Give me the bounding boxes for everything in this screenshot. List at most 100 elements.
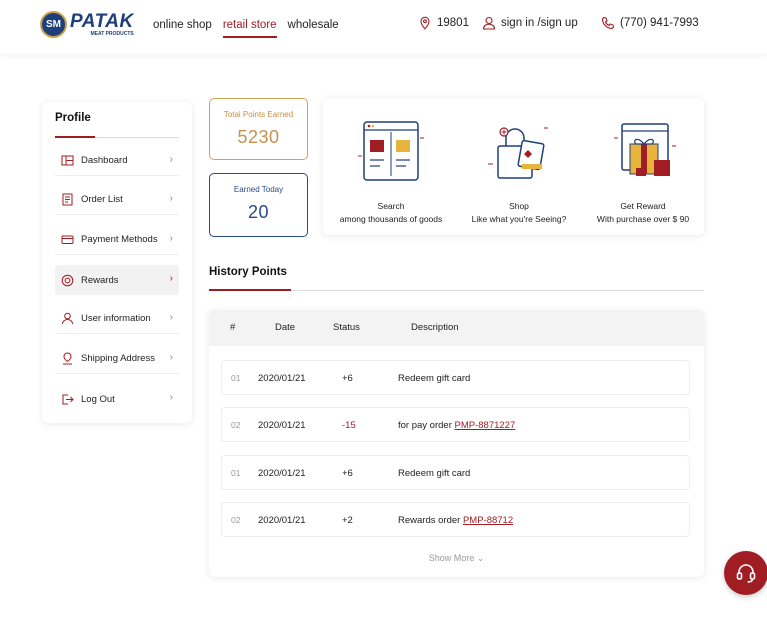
location-user-icon	[63, 352, 72, 365]
headset-icon	[736, 564, 756, 583]
chevron-down-icon: ⌄	[476, 553, 485, 563]
history-title: History Points	[209, 266, 287, 278]
row-number: 01	[231, 373, 241, 383]
chevron-right-icon: ›	[169, 392, 173, 403]
reward-icon	[61, 274, 74, 286]
sidebar-item-user-information[interactable]: User information ›	[55, 304, 179, 334]
sign-in-label: sign in /sign up	[501, 17, 578, 29]
table-row: 01 2020/01/21 +6 Redeem gift card	[221, 360, 690, 395]
sidebar-item-log-out[interactable]: Log Out ›	[55, 384, 179, 414]
step-subtitle: Like what you're Seeing?	[471, 214, 567, 224]
sidebar-item-label: User information	[81, 313, 151, 324]
phone-icon	[601, 16, 615, 30]
phone-link[interactable]: (770) 941-7993	[601, 16, 699, 30]
shopping-bag-illustration	[488, 127, 548, 179]
table-row: 01 2020/01/21 +6 Redeem gift card	[221, 455, 690, 490]
sidebar-item-shipping-address[interactable]: Shipping Address ›	[55, 344, 179, 374]
row-description-text: Redeem gift card	[398, 373, 471, 384]
logout-icon	[62, 394, 74, 404]
row-number: 02	[231, 420, 241, 430]
total-points-value: 5230	[237, 127, 280, 147]
column-header-number: #	[230, 322, 236, 333]
nav-wholesale[interactable]: wholesale	[288, 19, 339, 38]
chevron-right-icon: ›	[169, 233, 173, 244]
support-chat-button[interactable]	[724, 551, 767, 595]
dashboard-icon	[61, 155, 74, 166]
main-nav: online shop retail store wholesale	[153, 19, 339, 38]
logo-subtitle: MEAT PRODUCTS	[90, 31, 134, 37]
site-header: SM PATAK MEAT PRODUCTS online shop retai…	[0, 0, 767, 54]
zip-code: 19801	[437, 17, 469, 29]
table-row: 02 2020/01/21 +2 Rewards order PMP-88712	[221, 502, 690, 537]
total-points-label: Total Points Earned	[223, 110, 294, 119]
sidebar-item-label: Dashboard	[81, 155, 128, 166]
row-date: 2020/01/21	[258, 515, 306, 526]
row-date: 2020/01/21	[258, 373, 306, 384]
row-number: 02	[231, 515, 241, 525]
zip-code-selector[interactable]: 19801	[418, 16, 469, 30]
nav-retail-store[interactable]: retail store	[222, 19, 277, 38]
row-description: for pay order PMP-8871227	[398, 420, 515, 431]
chevron-right-icon: ›	[169, 154, 173, 165]
credit-card-icon	[61, 235, 74, 244]
show-more-button[interactable]: Show More ⌄	[209, 553, 704, 564]
chevron-right-icon: ›	[169, 312, 173, 323]
logo-badge: SM	[40, 11, 67, 38]
row-number: 01	[231, 468, 241, 478]
step-title: Get Reward	[620, 201, 666, 211]
sidebar-item-label: Rewards	[81, 274, 119, 286]
chevron-right-icon: ›	[169, 352, 173, 363]
rewards-steps-panel: Search among thousands of goods Shop Lik…	[323, 98, 704, 235]
brand-logo[interactable]: SM PATAK MEAT PRODUCTS	[40, 11, 134, 38]
row-description: Redeem gift card	[398, 468, 470, 479]
user-icon	[62, 312, 73, 325]
column-header-date: Date	[275, 322, 296, 333]
step-title: Search	[377, 201, 405, 211]
row-date: 2020/01/21	[258, 468, 306, 479]
phone-number: (770) 941-7993	[620, 17, 699, 29]
step-subtitle: With purchase over $ 90	[596, 214, 690, 224]
sidebar-item-rewards[interactable]: Rewards ›	[55, 265, 179, 295]
profile-sidebar: Profile Dashboard › Order List › Payment…	[42, 102, 192, 423]
sidebar-item-label: Order List	[81, 194, 123, 205]
order-list-icon	[62, 193, 73, 206]
row-status: +6	[342, 468, 353, 479]
sidebar-title-divider	[55, 136, 179, 138]
row-description-text: Redeem gift card	[398, 468, 471, 479]
sidebar-item-label: Payment Methods	[81, 234, 158, 245]
chevron-right-icon: ›	[169, 193, 173, 204]
sidebar-item-order-list[interactable]: Order List ›	[55, 185, 179, 215]
row-status: +2	[342, 515, 353, 526]
step-shop: Shop Like what you're Seeing?	[454, 118, 584, 224]
order-link[interactable]: PMP-88712	[463, 515, 513, 526]
user-icon	[482, 16, 496, 30]
history-table: # Date Status Description 01 2020/01/21 …	[209, 310, 704, 577]
row-status: -15	[342, 420, 356, 431]
sidebar-item-label: Log Out	[81, 393, 115, 405]
earned-today-card: Earned Today 20	[209, 173, 308, 237]
step-search: Search among thousands of goods	[326, 118, 456, 224]
show-more-label: Show More	[428, 553, 475, 563]
column-header-description: Description	[411, 322, 459, 333]
total-points-card: Total Points Earned 5230	[209, 98, 308, 160]
nav-online-shop[interactable]: online shop	[153, 19, 212, 38]
step-subtitle: among thousands of goods	[339, 214, 443, 224]
earned-today-value: 20	[247, 202, 270, 222]
row-date: 2020/01/21	[258, 420, 306, 431]
sidebar-item-label: Shipping Address	[81, 353, 155, 364]
sidebar-item-dashboard[interactable]: Dashboard ›	[55, 146, 179, 176]
sidebar-item-payment-methods[interactable]: Payment Methods ›	[55, 225, 179, 255]
history-title-divider	[209, 289, 704, 291]
step-get-reward: Get Reward With purchase over $ 90	[578, 118, 708, 224]
location-pin-icon	[420, 16, 430, 30]
gift-reward-illustration	[614, 123, 676, 176]
order-link[interactable]: PMP-8871227	[455, 420, 516, 431]
row-description-text: Rewards order	[398, 515, 463, 526]
table-row: 02 2020/01/21 -15 for pay order PMP-8871…	[221, 407, 690, 442]
sign-in-link[interactable]: sign in /sign up	[482, 16, 578, 30]
row-status: +6	[342, 373, 353, 384]
column-header-status: Status	[333, 322, 360, 333]
search-shop-illustration	[358, 121, 424, 181]
chevron-right-icon: ›	[169, 273, 173, 284]
table-header: # Date Status Description	[209, 310, 704, 346]
